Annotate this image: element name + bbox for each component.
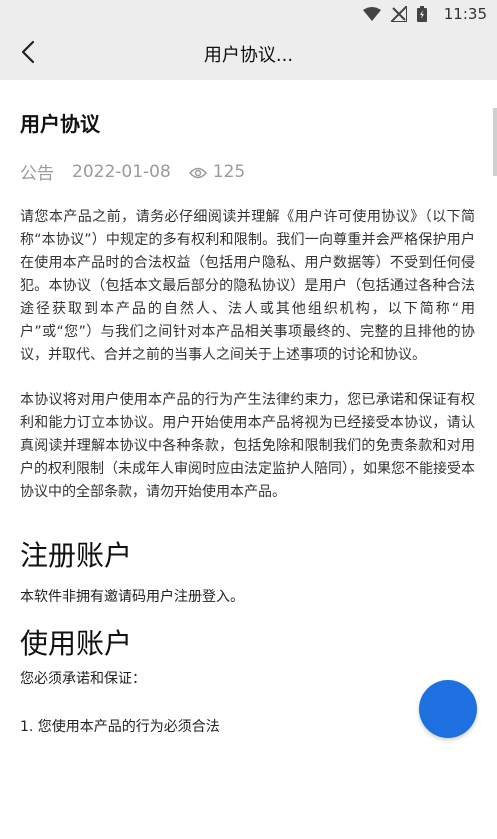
section-heading-use: 使用账户: [20, 627, 133, 660]
article-meta: 公告 2022-01-08 125: [20, 159, 475, 185]
section-heading-register: 注册账户: [20, 539, 133, 572]
view-count: 125: [212, 161, 246, 182]
status-time: 11:35: [443, 5, 487, 23]
article-title: 用户协议: [20, 112, 100, 136]
app-bar: 用户协议...: [0, 28, 497, 80]
list-item: 1. 您使用本产品的行为必须合法: [20, 719, 220, 735]
battery-icon: [417, 6, 427, 26]
signal-off-icon: [388, 3, 408, 26]
status-bar: 11:35: [0, 0, 497, 28]
floating-action-button[interactable]: [419, 680, 477, 738]
wifi-icon: [363, 7, 381, 25]
article-date: 2022-01-08: [72, 161, 171, 182]
article-category: 公告: [20, 164, 54, 184]
status-icons: [363, 3, 427, 26]
scrollbar-thumb[interactable]: [493, 108, 497, 176]
section-text-register: 本软件非拥有邀请码用户注册登入。: [20, 589, 244, 605]
section-text-use: 您必须承诺和保证：: [20, 671, 146, 687]
eye-icon: [188, 165, 207, 179]
paragraph-2: 本协议将对用户使用本产品的行为产生法律约束力，您已承诺和保证有权利和能力订立本协…: [20, 392, 475, 500]
chevron-left-icon: [21, 40, 35, 68]
article-content: 用户协议 公告 2022-01-08 125 请您本产品之前，请务必仔细阅读并理…: [20, 80, 475, 736]
paragraph-1: 请您本产品之前，请务必仔细阅读并理解《用户许可使用协议》（以下简称“本协议”）中…: [20, 209, 475, 363]
page-title: 用户协议...: [203, 45, 294, 66]
back-button[interactable]: [10, 36, 46, 72]
